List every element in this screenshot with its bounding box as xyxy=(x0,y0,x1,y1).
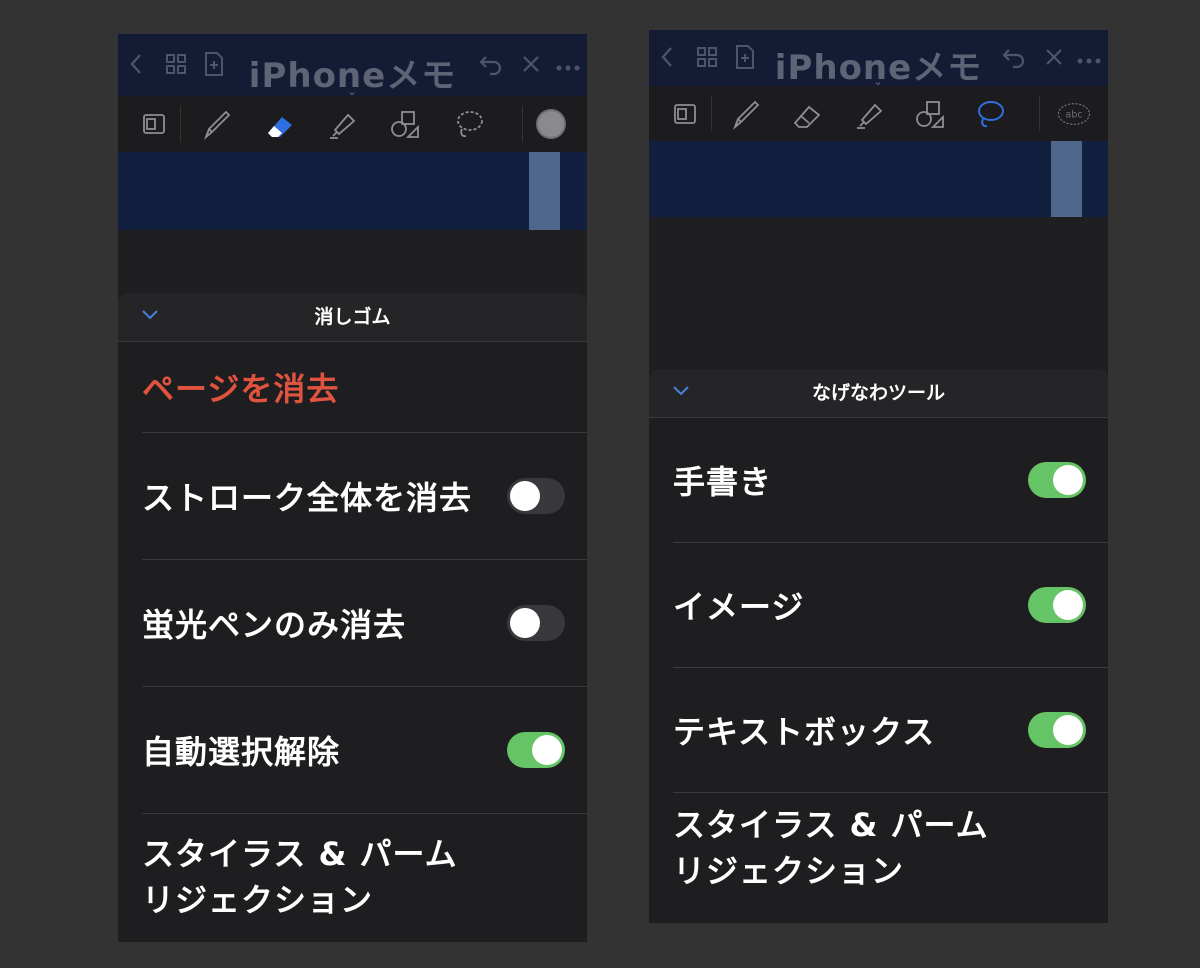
stylus-palm-rejection-label[interactable]: スタイラス & パーム リジェクション xyxy=(142,831,458,923)
eraser-settings-screen: iPhoneメモ ⌄ 消しゴム ページを消去 ストローク全体を消去 蛍光ペンのみ… xyxy=(118,34,587,942)
erase-highlighter-only-label: 蛍光ペンのみ消去 xyxy=(142,606,407,644)
textbox-row: テキストボックス xyxy=(673,668,1108,793)
color-picker-icon[interactable] xyxy=(532,105,570,143)
eraser-icon[interactable] xyxy=(262,105,300,143)
toolbar-divider xyxy=(711,96,712,131)
pen-icon[interactable] xyxy=(727,95,765,133)
toggle-knob xyxy=(510,481,540,511)
lasso-settings-panel: なげなわツール 手書き イメージ テキストボックス スタイラス & パーム リジ… xyxy=(649,369,1108,923)
stylus-palm-rejection-line-1: スタイラス & パーム xyxy=(142,835,458,873)
pen-icon[interactable] xyxy=(198,105,236,143)
stylus-palm-rejection-line-1: スタイラス & パーム xyxy=(673,806,989,844)
toggle-knob xyxy=(1053,715,1083,745)
scroll-thumb[interactable] xyxy=(1051,141,1082,217)
stylus-palm-rejection-row[interactable]: スタイラス & パーム リジェクション xyxy=(673,793,1108,903)
panel-title: なげなわツール xyxy=(811,382,945,404)
page-view-icon[interactable] xyxy=(667,95,705,133)
more-icon[interactable] xyxy=(1077,48,1101,68)
close-icon[interactable] xyxy=(1043,46,1065,71)
stylus-palm-rejection-line-2: リジェクション xyxy=(142,881,374,919)
eraser-icon[interactable] xyxy=(789,95,827,133)
textbox-toggle[interactable] xyxy=(1028,712,1086,748)
stylus-palm-rejection-row[interactable]: スタイラス & パーム リジェクション xyxy=(142,814,587,940)
tool-bar xyxy=(118,96,587,153)
title-bar: iPhoneメモ ⌄ xyxy=(649,30,1108,88)
more-icon[interactable] xyxy=(556,55,580,75)
image-row: イメージ xyxy=(673,543,1108,668)
textbox-label: テキストボックス xyxy=(673,713,936,751)
lasso-icon[interactable] xyxy=(450,105,488,143)
handwriting-label: 手書き xyxy=(673,463,773,501)
panel-header: なげなわツール xyxy=(649,369,1108,418)
undo-icon[interactable] xyxy=(1001,45,1027,72)
lasso-icon[interactable] xyxy=(971,95,1009,133)
note-canvas[interactable] xyxy=(649,141,1108,217)
toggle-knob xyxy=(510,608,540,638)
undo-icon[interactable] xyxy=(478,52,504,79)
shapes-icon[interactable] xyxy=(386,105,424,143)
toolbar-divider xyxy=(522,106,523,142)
toggle-knob xyxy=(532,735,562,765)
note-canvas[interactable] xyxy=(118,152,587,230)
auto-deselect-toggle[interactable] xyxy=(507,732,565,768)
eraser-settings-panel: 消しゴム ページを消去 ストローク全体を消去 蛍光ペンのみ消去 自動選択解除 ス… xyxy=(118,293,587,942)
erase-whole-stroke-label: ストローク全体を消去 xyxy=(142,479,473,517)
image-toggle[interactable] xyxy=(1028,587,1086,623)
text-tool-icon[interactable]: abc xyxy=(1051,95,1097,133)
highlighter-icon[interactable] xyxy=(324,105,362,143)
panel-header: 消しゴム xyxy=(118,293,587,342)
handwriting-toggle[interactable] xyxy=(1028,462,1086,498)
toolbar-divider xyxy=(180,106,181,142)
panel-title: 消しゴム xyxy=(314,306,391,328)
clear-page-button[interactable]: ページを消去 xyxy=(142,364,339,410)
page-view-icon[interactable] xyxy=(136,105,174,143)
erase-whole-stroke-toggle[interactable] xyxy=(507,478,565,514)
toolbar-divider xyxy=(1039,96,1040,131)
toggle-knob xyxy=(1053,465,1083,495)
stylus-palm-rejection-line-2: リジェクション xyxy=(673,852,905,890)
highlighter-icon[interactable] xyxy=(851,95,889,133)
erase-highlighter-only-row: 蛍光ペンのみ消去 xyxy=(142,560,587,687)
scroll-thumb[interactable] xyxy=(529,152,560,230)
erase-highlighter-only-toggle[interactable] xyxy=(507,605,565,641)
auto-deselect-label: 自動選択解除 xyxy=(142,733,341,771)
text-tool-label: abc xyxy=(1065,109,1082,120)
tool-bar: abc xyxy=(649,86,1108,142)
handwriting-row: 手書き xyxy=(673,418,1108,543)
close-icon[interactable] xyxy=(520,53,542,78)
image-label: イメージ xyxy=(673,588,805,626)
toggle-knob xyxy=(1053,590,1083,620)
stylus-palm-rejection-label[interactable]: スタイラス & パーム リジェクション xyxy=(673,802,989,894)
auto-deselect-row: 自動選択解除 xyxy=(142,687,587,814)
erase-whole-stroke-row: ストローク全体を消去 xyxy=(142,433,587,560)
clear-page-row[interactable]: ページを消去 xyxy=(142,342,587,433)
shapes-icon[interactable] xyxy=(911,95,949,133)
title-bar: iPhoneメモ ⌄ xyxy=(118,34,587,98)
lasso-settings-screen: iPhoneメモ ⌄ abc なげなわツール 手書き イメージ テキストボックス… xyxy=(649,30,1108,923)
